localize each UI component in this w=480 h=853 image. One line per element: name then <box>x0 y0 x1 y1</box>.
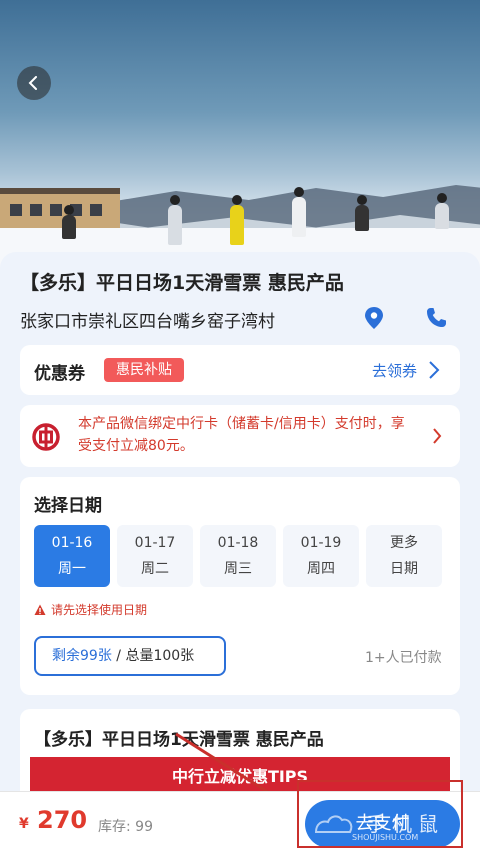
pay-button[interactable]: 去支付 <box>305 800 460 848</box>
coupon-label: 优惠券 <box>34 364 85 384</box>
date-label: 01-16 <box>51 535 93 551</box>
location-icon[interactable] <box>363 306 385 330</box>
more-dates-button[interactable]: 更多 日期 <box>366 525 442 587</box>
date-selector-card: 选择日期 01-16 周一 01-17 周二 01-18 周三 01-19 周四… <box>20 477 460 695</box>
date-option-0119[interactable]: 01-19 周四 <box>283 525 359 587</box>
chevron-left-icon <box>28 76 37 90</box>
hero-image <box>0 0 480 280</box>
date-option-0117[interactable]: 01-17 周二 <box>117 525 193 587</box>
skier <box>355 195 369 231</box>
total-count: / 总量100张 <box>111 648 195 664</box>
product-address: 张家口市崇礼区四台嘴乡窑子湾村 <box>20 312 275 332</box>
ski-lodge <box>0 188 120 228</box>
date-label: 01-19 <box>300 535 342 551</box>
date-label: 01-17 <box>134 535 176 551</box>
remaining-count: 剩余99张 <box>52 648 112 664</box>
skier <box>292 187 306 237</box>
date-option-0118[interactable]: 01-18 周三 <box>200 525 276 587</box>
ticket-stock-box: 剩余99张 / 总量100张 <box>34 636 226 676</box>
more-label-line2: 日期 <box>390 561 418 577</box>
date-option-0116[interactable]: 01-16 周一 <box>34 525 110 587</box>
get-coupon-link[interactable]: 去领券 <box>372 360 417 381</box>
chevron-right-icon <box>429 361 440 379</box>
coupon-tag: 惠民补贴 <box>104 358 184 382</box>
coupon-card[interactable]: 优惠券 惠民补贴 去领券 <box>20 345 460 395</box>
product-title: 【多乐】平日日场1天滑雪票 惠民产品 <box>20 272 344 294</box>
stock-count: 库存: 99 <box>98 819 153 835</box>
promo-text: 本产品微信绑定中行卡（储蓄卡/信用卡）支付时，享受支付立减80元。 <box>78 416 405 454</box>
bank-promo-card[interactable]: 本产品微信绑定中行卡（储蓄卡/信用卡）支付时，享受支付立减80元。 <box>20 405 460 467</box>
skier <box>168 195 182 245</box>
more-label: 更多 <box>390 535 418 551</box>
date-warning: 请先选择使用日期 <box>34 601 147 618</box>
weekday-label: 周一 <box>58 561 86 577</box>
paid-count: 1+人已付款 <box>365 650 442 666</box>
date-label: 01-18 <box>217 535 259 551</box>
date-heading: 选择日期 <box>34 496 102 516</box>
weekday-label: 周三 <box>224 561 252 577</box>
chevron-right-icon <box>433 428 442 444</box>
bank-of-china-icon <box>32 423 60 451</box>
weekday-label: 周四 <box>307 561 335 577</box>
currency-symbol: ¥ <box>19 816 29 832</box>
bottom-bar: ¥ 270 库存: 99 去支付 <box>0 791 480 853</box>
skier <box>62 205 76 239</box>
skier <box>230 195 244 245</box>
warning-text: 请先选择使用日期 <box>51 603 148 617</box>
weekday-label: 周二 <box>141 561 169 577</box>
phone-icon[interactable] <box>424 306 448 330</box>
detail-title: 【多乐】平日日场1天滑雪票 惠民产品 <box>34 730 324 750</box>
price: 270 <box>37 806 88 834</box>
warning-icon <box>34 604 46 615</box>
skier <box>435 193 449 229</box>
back-button[interactable] <box>17 66 51 100</box>
